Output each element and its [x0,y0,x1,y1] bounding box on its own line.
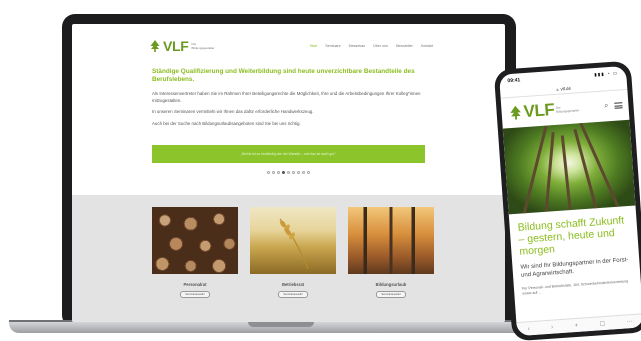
logo-name: VLF [522,100,555,122]
logo-name: VLF [163,38,189,54]
slider-dot[interactable] [307,171,310,174]
card-bildungsurlaub: Bildungsurlaub Seminarauswahl [348,207,434,298]
tree-logo-icon [510,105,521,120]
intro-paragraph-3: Auch bei der Suche nach Bildungsurlaubsa… [152,120,301,126]
slider-dot[interactable] [297,171,300,174]
nav-item-ueber-uns[interactable]: Über uns [373,44,388,48]
tree-logo-icon [150,40,160,52]
site-logo[interactable]: VLF Die Bildungsgestalter [150,38,216,54]
nav-item-start[interactable]: Start [310,44,318,48]
lock-icon: 🔒︎ [556,86,559,92]
forest-canopy-image [502,119,636,215]
logo-tagline: Die Bildungsgestalter [555,105,580,114]
site-header: VLF Die Bildungsgestalter Start Seminare… [72,24,505,68]
slider-dot[interactable] [292,171,295,174]
main-nav: Start Seminare Messebau Über uns Newslet… [310,44,433,48]
signal-battery-icon: ▮▮▮ ◔ ▭ [594,70,619,78]
autumn-forest-image[interactable] [348,207,434,274]
slider-dot[interactable] [282,171,285,174]
back-icon[interactable]: ‹ [527,326,529,332]
wood-logs-image[interactable] [152,207,238,274]
slider-dot[interactable] [277,171,280,174]
offers-section: Personalrat Seminarauswahl Betriebsrat S… [72,195,505,322]
new-tab-icon[interactable]: + [574,322,578,328]
forward-icon[interactable]: › [551,324,553,330]
nav-item-kontakt[interactable]: Kontakt [421,44,433,48]
browser-toolbar: ‹ › + ▢ ⋯ [516,313,641,337]
laptop-notch [248,322,314,327]
intro-paragraph-2: In unseren Seminaren vermitteln wir Ihne… [152,109,314,114]
slider-dots [72,171,505,174]
status-time: 09:41 [507,77,521,85]
intro-section: Ständige Qualifizierung und Weiterbildun… [72,68,505,127]
card-row: Personalrat Seminarauswahl Betriebsrat S… [152,207,434,298]
slider-dot[interactable] [272,171,275,174]
hamburger-menu-icon[interactable] [614,102,623,109]
slider-dot[interactable] [287,171,290,174]
seminar-select-button[interactable]: Seminarauswahl [180,291,210,298]
more-icon[interactable]: ⋯ [627,318,633,325]
card-betriebsrat: Betriebsrat Seminarauswahl [250,207,336,298]
search-icon[interactable]: ⌕ [604,102,608,110]
wheat-ear-icon [279,218,309,270]
slider-dot[interactable] [267,171,270,174]
nav-item-seminare[interactable]: Seminare [325,44,340,48]
wheat-field-image[interactable] [250,207,336,274]
card-title: Personalrat [183,282,207,287]
phone-frame: 09:41 ▮▮▮ ◔ ▭ 🔒︎ vlf.de VLF Die Bildungs… [493,60,641,341]
nav-item-messebau[interactable]: Messebau [349,44,366,48]
intro-paragraph-1: Als Interessenvertreter haben Sie im Rah… [152,91,421,103]
seminar-select-button[interactable]: Seminarauswahl [376,291,406,298]
card-title: Betriebsrat [281,282,305,287]
intro-heading: Ständige Qualifizierung und Weiterbildun… [152,68,415,83]
quote-text: „Nichts ist so beständig wie der Wandel … [240,152,337,156]
header-actions: ⌕ [604,101,623,110]
phone-screen: 09:41 ▮▮▮ ◔ ▭ 🔒︎ vlf.de VLF Die Bildungs… [499,65,641,337]
logo-tagline: Die Bildungsgestalter [191,42,215,50]
url-text: vlf.de [560,85,572,92]
slider-dot[interactable] [302,171,305,174]
laptop-screen: VLF Die Bildungsgestalter Start Seminare… [72,24,505,322]
card-personalrat: Personalrat Seminarauswahl [152,207,238,298]
card-title: Bildungsurlaub [375,282,407,287]
tabs-icon[interactable]: ▢ [599,320,605,327]
mobile-logo[interactable]: VLF Die Bildungsgestalter [509,98,579,123]
quote-banner: „Nichts ist so beständig wie der Wandel … [152,145,425,163]
nav-item-newsletter[interactable]: Newsletter [396,44,413,48]
seminar-select-button[interactable]: Seminarauswahl [278,291,308,298]
